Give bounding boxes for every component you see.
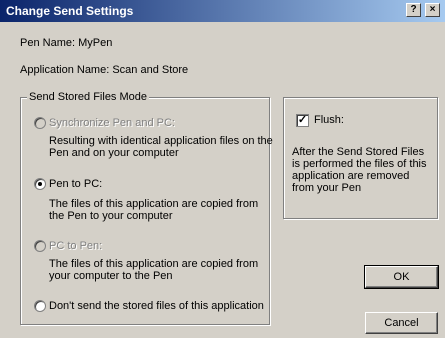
synchronize-label: Synchronize Pen and PC:: [49, 117, 175, 129]
radio-pen-to-pc[interactable]: [34, 178, 46, 190]
pen-to-pc-label: Pen to PC:: [49, 178, 103, 190]
radio-dont-send[interactable]: [34, 300, 46, 312]
flush-description: After the Send Stored Files is performed…: [292, 146, 427, 194]
pc-to-pen-label: PC to Pen:: [49, 240, 103, 252]
pen-to-pc-description: The files of this application are copied…: [49, 198, 259, 222]
flush-checkbox[interactable]: ✓: [296, 114, 309, 127]
help-button[interactable]: ?: [406, 3, 421, 17]
cancel-button[interactable]: Cancel: [365, 312, 438, 334]
radio-synchronize[interactable]: [34, 117, 46, 129]
window-title: Change Send Settings: [6, 4, 134, 18]
title-bar: Change Send Settings ? ×: [0, 0, 445, 22]
close-button[interactable]: ×: [425, 3, 440, 17]
change-send-settings-dialog: Change Send Settings ? × Pen Name: MyPen…: [0, 0, 445, 338]
close-icon: ×: [429, 4, 436, 15]
checkmark-icon: ✓: [297, 114, 308, 126]
radio-pc-to-pen[interactable]: [34, 240, 46, 252]
group-legend: Send Stored Files Mode: [27, 91, 150, 103]
dont-send-label: Don't send the stored files of this appl…: [49, 300, 264, 312]
flush-label: Flush:: [314, 114, 344, 126]
pc-to-pen-description: The files of this application are copied…: [49, 258, 259, 282]
pen-name-label: Pen Name: MyPen: [20, 37, 113, 49]
application-name-label: Application Name: Scan and Store: [20, 64, 189, 76]
ok-button[interactable]: OK: [364, 265, 439, 289]
synchronize-description: Resulting with identical application fil…: [49, 135, 273, 159]
help-icon: ?: [410, 4, 417, 15]
